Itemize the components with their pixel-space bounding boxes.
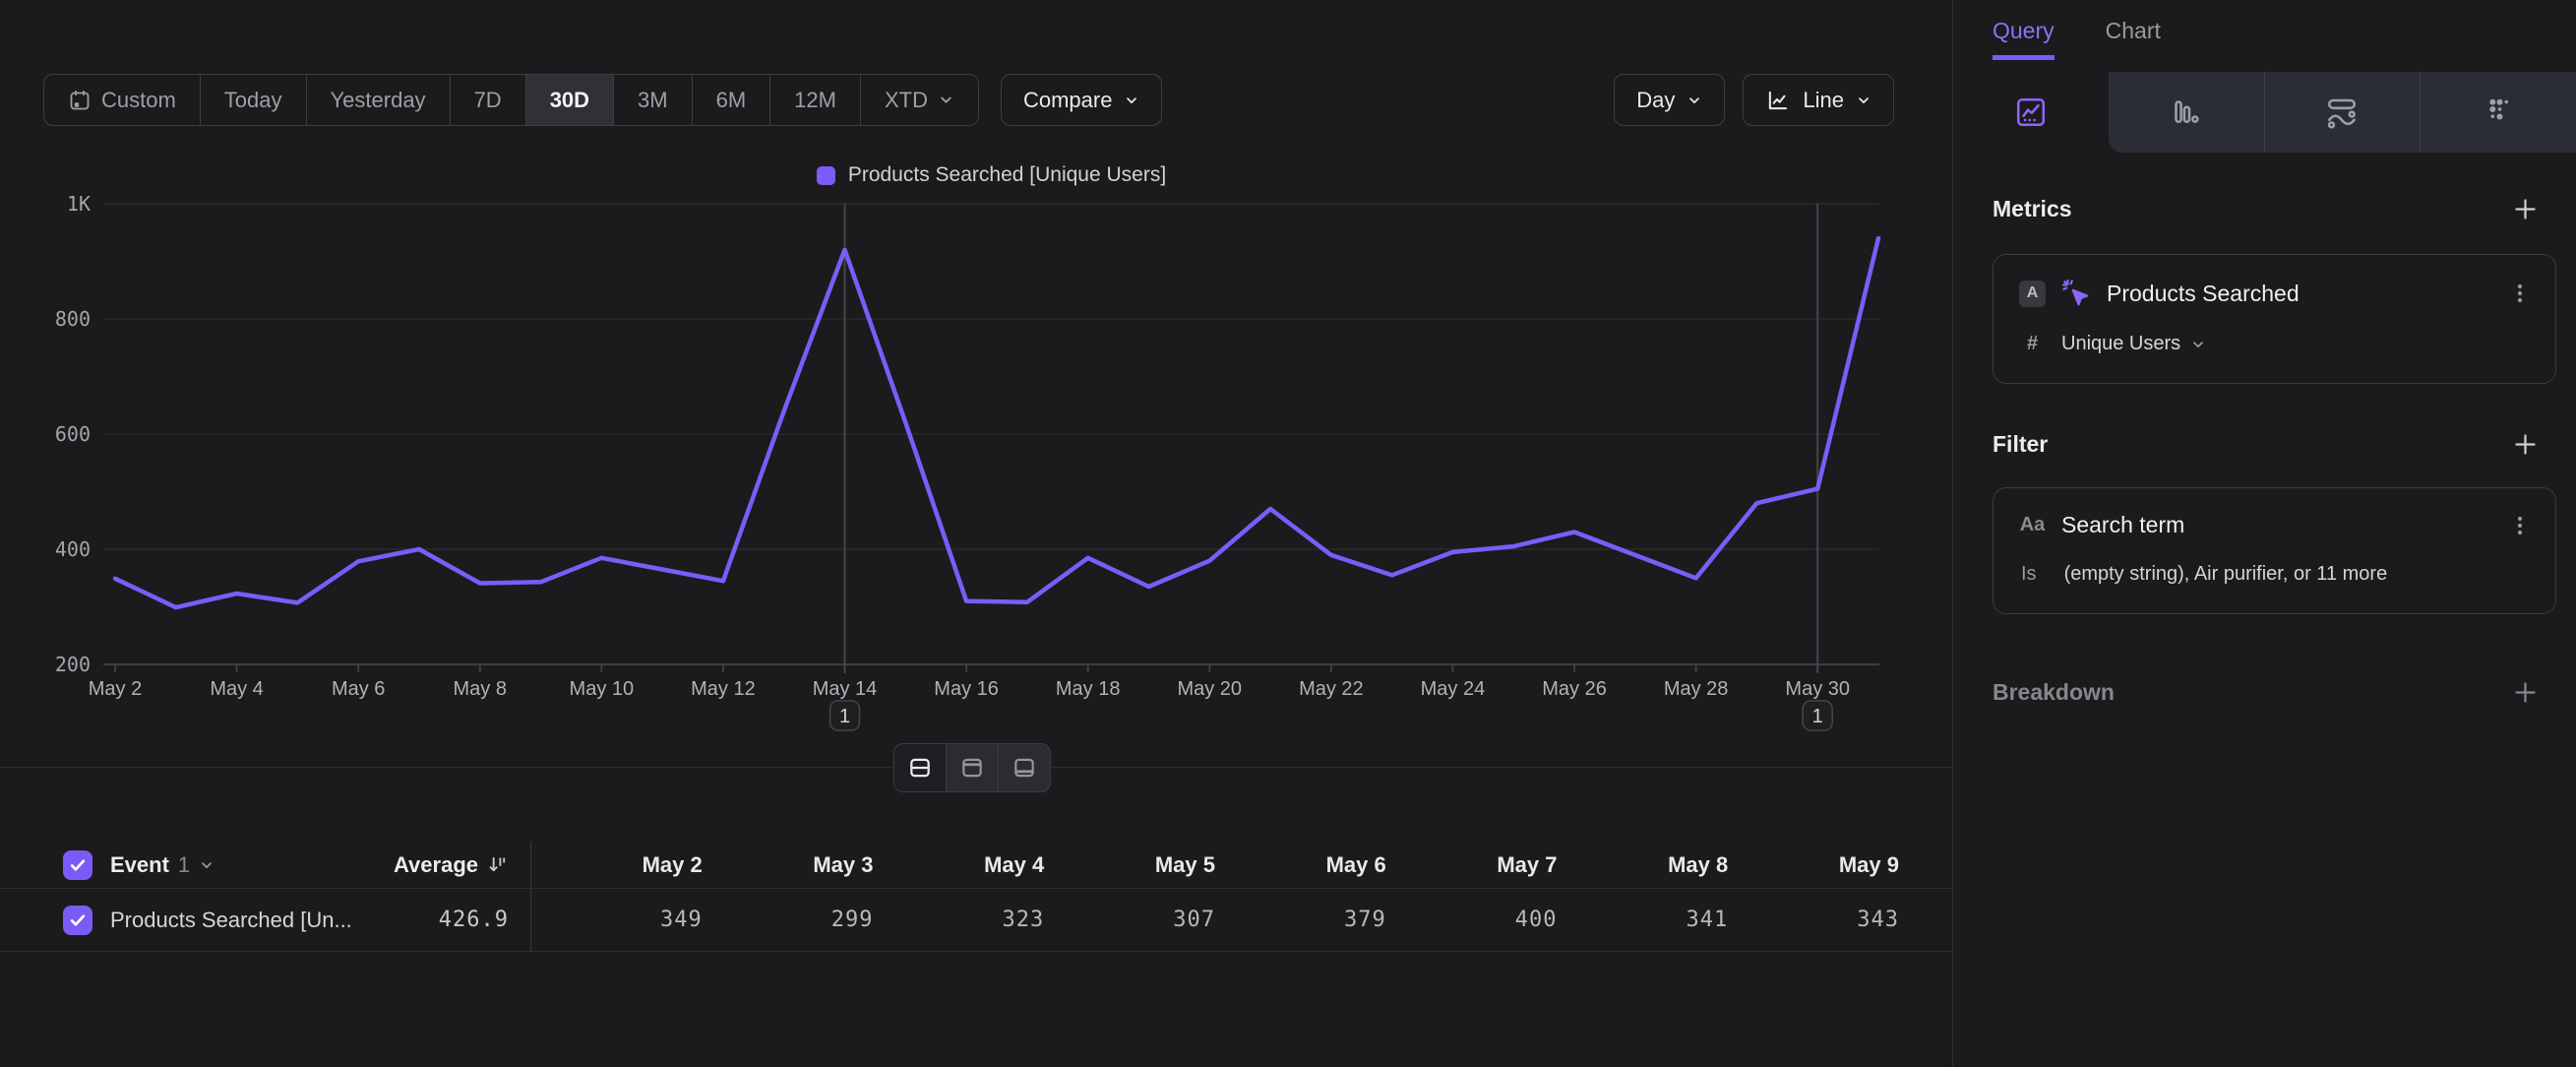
table-row-left: Products Searched [Un... 426.9 bbox=[0, 889, 531, 951]
chart-type-tabs bbox=[1953, 72, 2576, 153]
x-axis-tick-label: May 4 bbox=[210, 678, 263, 700]
filter-operator[interactable]: Is bbox=[2021, 563, 2037, 586]
more-charts-icon bbox=[2481, 94, 2516, 130]
metric-event-name[interactable]: Products Searched bbox=[2107, 281, 2300, 307]
x-axis-tick-label: May 14 bbox=[813, 678, 878, 700]
column-header[interactable]: May 8 bbox=[1558, 852, 1729, 878]
x-axis-tick-label: May 10 bbox=[570, 678, 635, 700]
cell-value: 323 bbox=[874, 908, 1045, 932]
cell-value: 379 bbox=[1215, 908, 1386, 932]
chart-type-tab-bar-chart[interactable] bbox=[2109, 72, 2264, 153]
y-axis-tick-label: 800 bbox=[55, 307, 91, 331]
x-axis-tick-label: May 28 bbox=[1664, 678, 1729, 700]
x-axis-tick-label: May 26 bbox=[1542, 678, 1607, 700]
metric-badge: A bbox=[2019, 281, 2046, 307]
table-col-headers: May 2May 3May 4May 5May 6May 7May 8May 9 bbox=[531, 852, 1952, 878]
column-header[interactable]: May 6 bbox=[1215, 852, 1386, 878]
cell-value: 299 bbox=[703, 908, 874, 932]
metrics-section-header: Metrics bbox=[1953, 196, 2576, 222]
column-header[interactable]: May 5 bbox=[1044, 852, 1215, 878]
cell-value: 307 bbox=[1044, 908, 1215, 932]
line-chart-icon bbox=[2013, 94, 2049, 130]
query-sidebar: Query Chart Metrics A Products Searched … bbox=[1953, 0, 2576, 1067]
cell-value: 349 bbox=[531, 908, 703, 932]
average-value: 426.9 bbox=[439, 908, 530, 932]
sort-descending-icon[interactable] bbox=[486, 853, 509, 876]
filter-value[interactable]: (empty string), Air purifier, or 11 more bbox=[2064, 563, 2388, 586]
kebab-menu-icon[interactable] bbox=[2508, 514, 2532, 537]
column-header[interactable]: May 3 bbox=[703, 852, 874, 878]
select-all-checkbox[interactable] bbox=[63, 850, 92, 880]
cell-value: 400 bbox=[1386, 908, 1558, 932]
chart-type-tab-flow-chart[interactable] bbox=[2264, 72, 2421, 153]
results-table: Event 1 Average May 2May 3May 4May 5May … bbox=[0, 842, 1952, 952]
x-axis-tick-label: May 24 bbox=[1421, 678, 1486, 700]
view-toggle-split-view[interactable] bbox=[894, 744, 947, 791]
cell-value: 343 bbox=[1728, 908, 1899, 932]
column-header[interactable]: May 4 bbox=[874, 852, 1045, 878]
add-metric-icon[interactable] bbox=[2512, 196, 2539, 222]
event-column-label[interactable]: Event bbox=[110, 852, 169, 878]
line-chart[interactable]: 1K 800 600 400 200May 2 May 4 May 6 May 8 May 10… bbox=[0, 0, 1952, 797]
chart-type-tab-line-chart[interactable] bbox=[1953, 72, 2109, 153]
filter-property-name[interactable]: Search term bbox=[2061, 512, 2184, 538]
x-axis-tick-label: May 12 bbox=[691, 678, 756, 700]
table-row-values: 349299323307379400341343 bbox=[531, 908, 1952, 932]
table-row[interactable]: Products Searched [Un... 426.9 349299323… bbox=[0, 889, 1952, 952]
hash-icon: # bbox=[2019, 333, 2046, 355]
add-breakdown-icon[interactable] bbox=[2512, 679, 2539, 706]
x-axis-tick-label: May 8 bbox=[454, 678, 507, 700]
y-axis-tick-label: 200 bbox=[55, 653, 91, 676]
kebab-menu-icon[interactable] bbox=[2508, 282, 2532, 305]
filter-title: Filter bbox=[1993, 431, 2048, 458]
x-axis-tick-label: May 2 bbox=[89, 678, 142, 700]
column-header[interactable]: May 7 bbox=[1386, 852, 1558, 878]
filter-card[interactable]: Aa Search term Is (empty string), Air pu… bbox=[1993, 487, 2556, 614]
text-property-icon: Aa bbox=[2019, 514, 2046, 536]
breakdown-section-header: Breakdown bbox=[1953, 679, 2576, 706]
table-header-row: Event 1 Average May 2May 3May 4May 5May … bbox=[0, 842, 1952, 889]
chevron-down-icon[interactable] bbox=[199, 857, 215, 873]
view-toggle-chart-only[interactable] bbox=[947, 744, 999, 791]
average-column-label[interactable]: Average bbox=[394, 852, 478, 878]
x-axis-tick-label: May 16 bbox=[934, 678, 999, 700]
x-axis-tick-label: May 6 bbox=[332, 678, 385, 700]
chart-type-tab-more-charts[interactable] bbox=[2420, 72, 2576, 153]
x-axis-tick-label: May 18 bbox=[1056, 678, 1121, 700]
row-checkbox[interactable] bbox=[63, 906, 92, 935]
tab-chart[interactable]: Chart bbox=[2106, 18, 2161, 60]
bar-chart-icon bbox=[2169, 94, 2204, 130]
column-header[interactable]: May 9 bbox=[1728, 852, 1899, 878]
tab-query[interactable]: Query bbox=[1993, 18, 2055, 60]
view-toggle-table-only[interactable] bbox=[999, 744, 1050, 791]
measure-selector[interactable]: Unique Users bbox=[2061, 333, 2180, 355]
event-count: 1 bbox=[178, 852, 190, 878]
breakdown-title: Breakdown bbox=[1993, 679, 2115, 706]
annotation-badge[interactable]: 1 bbox=[830, 701, 860, 730]
y-axis-tick-label: 600 bbox=[55, 422, 91, 446]
svg-text:1: 1 bbox=[839, 706, 850, 727]
y-axis-tick-label: 1K bbox=[67, 192, 91, 216]
chevron-down-icon[interactable] bbox=[2190, 337, 2206, 352]
x-axis-tick-label: May 20 bbox=[1177, 678, 1242, 700]
event-click-icon bbox=[2061, 279, 2091, 308]
series-line bbox=[115, 238, 1878, 607]
metrics-title: Metrics bbox=[1993, 196, 2072, 222]
add-filter-icon[interactable] bbox=[2512, 431, 2539, 458]
flow-chart-icon bbox=[2324, 94, 2360, 130]
metric-card[interactable]: A Products Searched # Unique Users bbox=[1993, 254, 2556, 384]
series-name: Products Searched [Un... bbox=[110, 908, 352, 933]
annotation-badge[interactable]: 1 bbox=[1803, 701, 1832, 730]
sidebar-tabs: Query Chart bbox=[1953, 0, 2576, 60]
x-axis-tick-label: May 22 bbox=[1299, 678, 1364, 700]
y-axis-tick-label: 400 bbox=[55, 537, 91, 561]
column-header[interactable]: May 2 bbox=[531, 852, 703, 878]
table-header-left: Event 1 Average bbox=[0, 842, 531, 888]
x-axis-tick-label: May 30 bbox=[1785, 678, 1850, 700]
cell-value: 341 bbox=[1558, 908, 1729, 932]
analytics-app: CustomTodayYesterday7D30D3M6M12MXTD Comp… bbox=[0, 0, 2576, 1067]
filter-section-header: Filter bbox=[1953, 431, 2576, 458]
view-toggle bbox=[893, 743, 1051, 792]
svg-text:1: 1 bbox=[1812, 706, 1823, 727]
